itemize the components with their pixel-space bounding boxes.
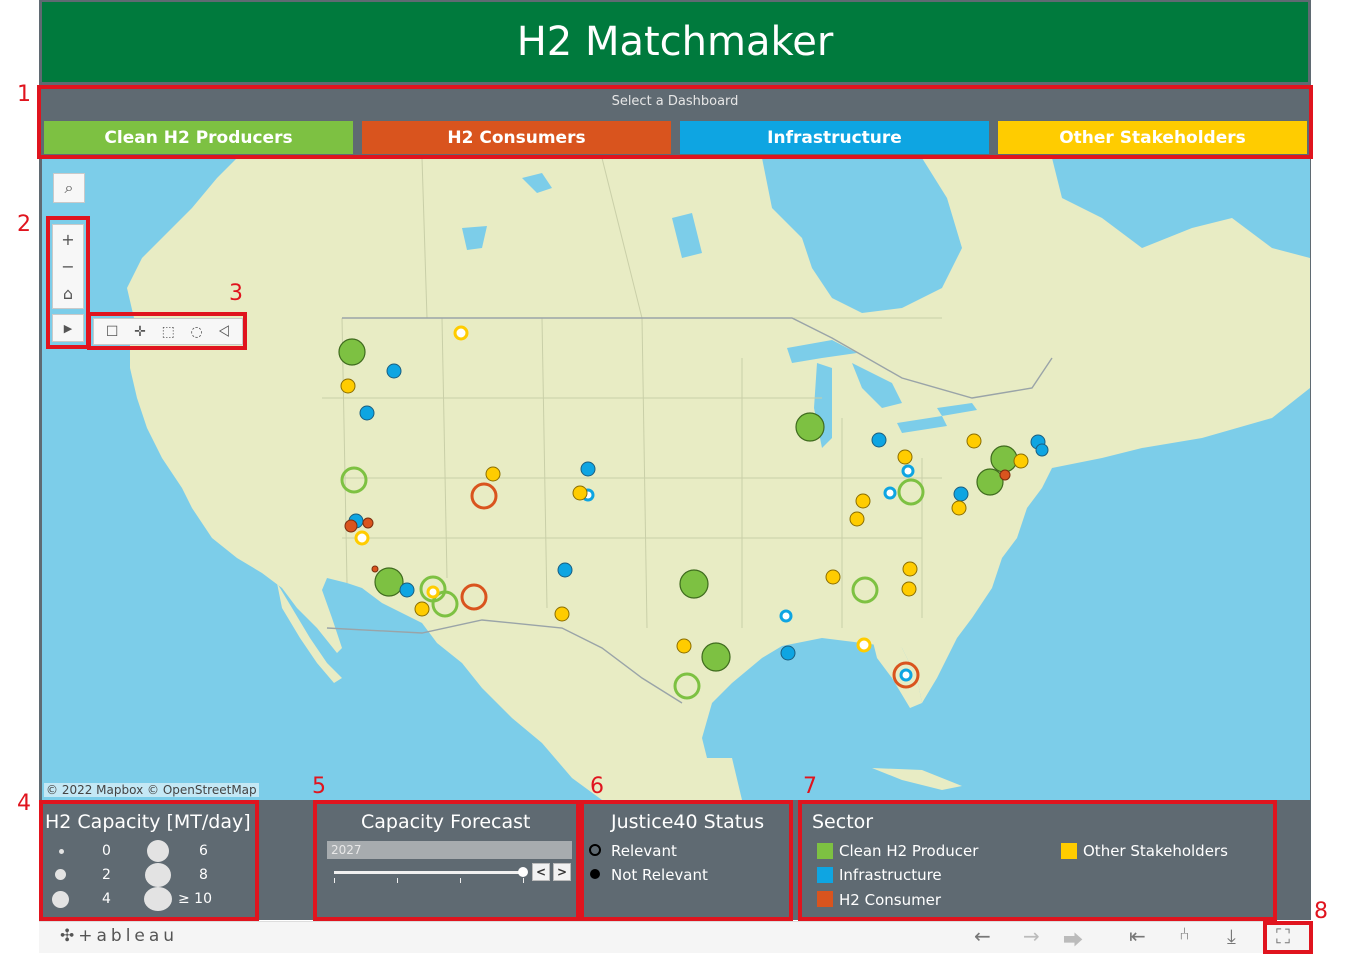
undo-icon[interactable]: ← [974, 924, 991, 948]
annotation-label-7: 7 [803, 774, 817, 799]
annotation-box-2 [46, 216, 90, 349]
annotation-box-5 [313, 800, 580, 921]
annotation-label-4: 4 [17, 791, 31, 816]
page: H2 Matchmaker Select a Dashboard Clean H… [0, 0, 1350, 955]
annotation-box-4 [39, 800, 259, 921]
map-copyright: © 2022 Mapbox © OpenStreetMap [44, 783, 259, 797]
revert-icon[interactable]: ⮕ [1063, 924, 1083, 953]
annotation-label-5: 5 [312, 774, 326, 799]
reset-icon[interactable]: ⇤ [1129, 924, 1146, 948]
page-title: H2 Matchmaker [42, 2, 1308, 82]
redo-icon[interactable]: → [1023, 924, 1040, 948]
annotation-box-8 [1263, 921, 1313, 954]
annotation-label-8: 8 [1314, 899, 1328, 924]
annotation-box-3 [87, 312, 247, 350]
map-view[interactable] [42, 158, 1310, 800]
search-icon: ⌕ [64, 178, 74, 197]
annotation-box-7 [798, 800, 1277, 921]
annotation-label-3: 3 [229, 281, 243, 306]
tableau-toolbar [39, 921, 1311, 953]
map-search-button[interactable]: ⌕ [53, 173, 85, 203]
tableau-logo-text: +ableau [78, 926, 179, 946]
annotation-label-1: 1 [17, 82, 31, 107]
share-icon[interactable]: ⑃ [1179, 924, 1190, 945]
map-markers [338, 325, 1049, 700]
download-icon[interactable]: ⤓ [1227, 924, 1236, 948]
annotation-box-1 [37, 85, 1313, 159]
tableau-logo[interactable]: ✣+ableau [60, 926, 178, 946]
annotation-box-6 [580, 800, 793, 921]
annotation-label-2: 2 [17, 212, 31, 237]
annotation-label-6: 6 [590, 774, 604, 799]
